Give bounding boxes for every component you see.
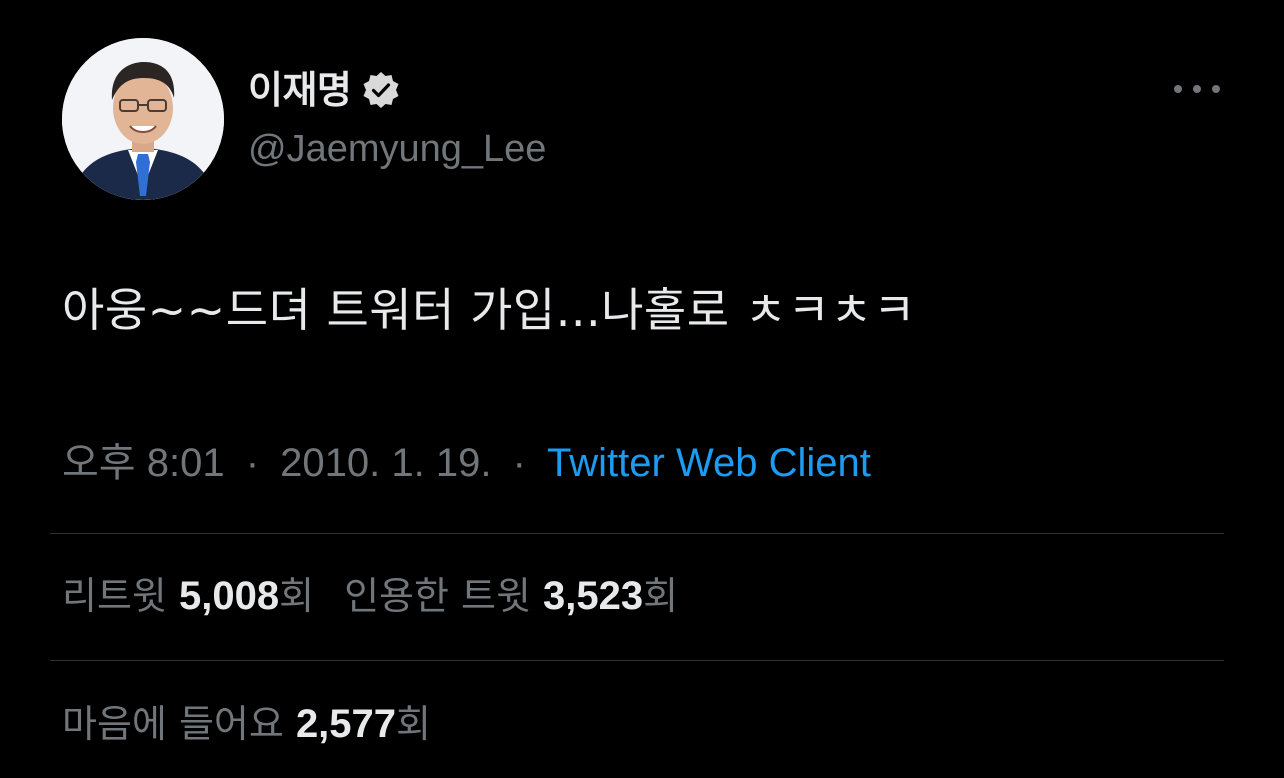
author-name-row: 이재명 xyxy=(248,64,401,116)
more-horizontal-icon xyxy=(1174,85,1182,93)
tweet-meta: 오후 8:01 · 2010. 1. 19. · Twitter Web Cli… xyxy=(62,438,871,488)
likes-stats: 마음에 들어요 2,577회 xyxy=(62,700,431,748)
meta-separator: · xyxy=(512,441,526,485)
profile-photo-icon xyxy=(62,38,224,200)
retweets-label: 리트윗 xyxy=(62,574,167,618)
quotes-stat[interactable]: 인용한 트윗 3,523회 xyxy=(344,574,678,618)
likes-unit: 회 xyxy=(396,702,432,746)
quotes-unit: 회 xyxy=(643,574,679,618)
quotes-count: 3,523 xyxy=(543,574,644,618)
tweet-text: 아웅~~드뎌 트워터 가입...나홀로 ㅊㅋㅊㅋ xyxy=(62,283,916,337)
likes-label: 마음에 들어요 xyxy=(62,702,284,746)
retweet-quote-stats: 리트윗 5,008회 인용한 트윗 3,523회 xyxy=(62,572,678,620)
divider xyxy=(50,533,1224,534)
tweet-time[interactable]: 오후 8:01 xyxy=(62,441,225,485)
tweet-date[interactable]: 2010. 1. 19. xyxy=(280,441,491,485)
more-horizontal-icon xyxy=(1193,85,1201,93)
retweets-count: 5,008 xyxy=(178,574,280,618)
more-options-button[interactable] xyxy=(1172,72,1222,106)
author-handle[interactable]: @Jaemyung_Lee xyxy=(248,126,546,172)
retweets-stat[interactable]: 리트윗 5,008회 xyxy=(62,574,314,618)
author-display-name[interactable]: 이재명 xyxy=(248,71,352,109)
more-horizontal-icon xyxy=(1212,85,1220,93)
verified-badge-icon xyxy=(361,70,401,110)
retweets-unit: 회 xyxy=(279,574,315,618)
tweet-client-link[interactable]: Twitter Web Client xyxy=(547,441,871,485)
tweet-detail: 이재명 @Jaemyung_Lee 아웅~~드뎌 트워터 가입...나홀로 ㅊㅋ… xyxy=(0,0,1284,778)
likes-stat[interactable]: 마음에 들어요 2,577회 xyxy=(62,702,431,746)
quotes-label: 인용한 트윗 xyxy=(344,574,531,618)
divider xyxy=(50,660,1224,661)
avatar[interactable] xyxy=(62,38,224,200)
meta-separator: · xyxy=(245,441,260,485)
likes-count: 2,577 xyxy=(295,702,397,746)
